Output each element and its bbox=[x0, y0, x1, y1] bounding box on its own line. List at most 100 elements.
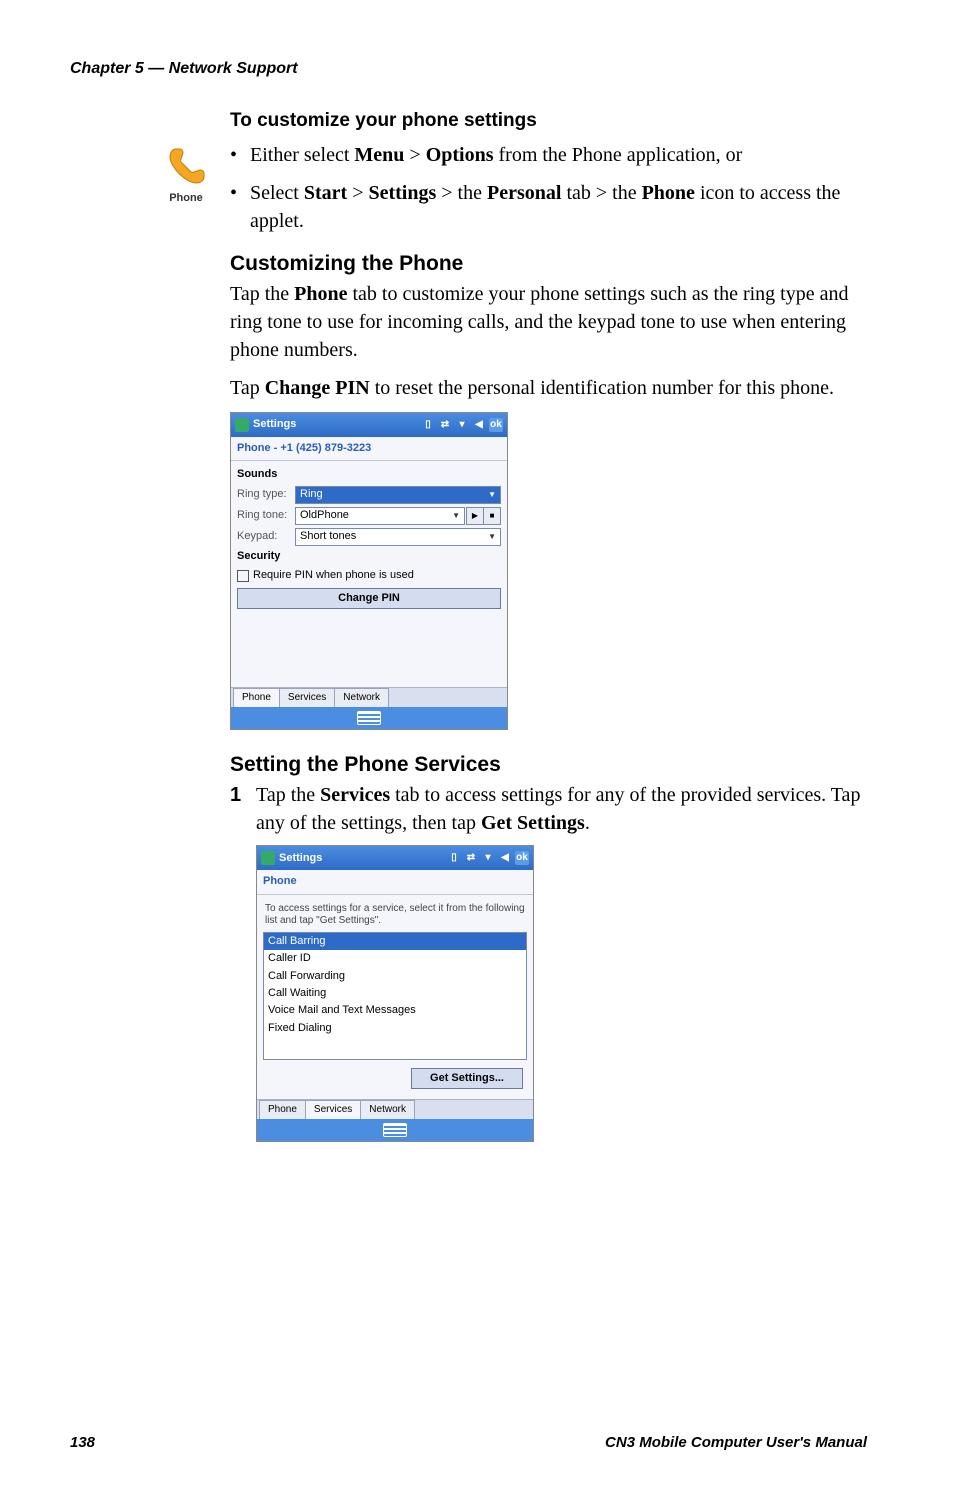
settings-label: Settings bbox=[368, 182, 436, 204]
start-flag-icon[interactable] bbox=[261, 851, 275, 865]
require-pin-label: Require PIN when phone is used bbox=[253, 568, 414, 583]
text: > bbox=[404, 144, 425, 166]
tab-services[interactable]: Services bbox=[279, 688, 335, 707]
settings-body: To access settings for a service, select… bbox=[257, 895, 533, 1099]
ok-button[interactable]: ok bbox=[515, 851, 529, 865]
list-item[interactable]: Call Waiting bbox=[264, 985, 526, 1002]
ringtype-dropdown[interactable]: Ring ▼ bbox=[295, 486, 501, 504]
phone-icon-label: Phone bbox=[160, 191, 212, 206]
window-title: Settings bbox=[253, 417, 296, 432]
antenna-icon: ▾ bbox=[455, 418, 469, 432]
keyboard-icon[interactable] bbox=[383, 1123, 407, 1137]
customizing-heading: Customizing the Phone bbox=[230, 249, 867, 278]
keypad-dropdown[interactable]: Short tones ▼ bbox=[295, 528, 501, 546]
page-footer: 138 CN3 Mobile Computer User's Manual bbox=[70, 1434, 867, 1451]
step-number: 1 bbox=[230, 781, 241, 809]
keyboard-icon[interactable] bbox=[357, 711, 381, 725]
text: to reset the personal identification num… bbox=[370, 377, 834, 399]
volume-icon: ◀ bbox=[498, 851, 512, 865]
text: tab > the bbox=[561, 182, 641, 204]
play-button[interactable]: ▶ bbox=[466, 507, 484, 525]
services-tab-label: Services bbox=[320, 784, 390, 806]
paragraph: Tap the Phone tab to customize your phon… bbox=[230, 280, 867, 364]
get-settings-button[interactable]: Get Settings... bbox=[411, 1068, 523, 1089]
step-1: 1 Tap the Services tab to access setting… bbox=[230, 781, 867, 837]
chevron-down-icon: ▼ bbox=[452, 510, 460, 521]
text: Select bbox=[250, 182, 304, 204]
list-item[interactable]: Call Barring bbox=[264, 933, 526, 950]
require-pin-checkbox[interactable]: Require PIN when phone is used bbox=[237, 568, 501, 583]
security-group-label: Security bbox=[237, 549, 501, 564]
menu-label: Menu bbox=[354, 144, 404, 166]
tab-services[interactable]: Services bbox=[305, 1100, 361, 1119]
phone-label: Phone bbox=[642, 182, 695, 204]
window-title: Settings bbox=[279, 851, 322, 866]
text: Either select bbox=[250, 144, 354, 166]
text: Tap the bbox=[230, 283, 294, 305]
phone-settings-screenshot: Settings ▯ ⇄ ▾ ◀ ok Phone - +1 (425) 879… bbox=[230, 412, 508, 730]
change-pin-button[interactable]: Change PIN bbox=[237, 588, 501, 609]
services-listbox[interactable]: Call Barring Caller ID Call Forwarding C… bbox=[263, 932, 527, 1060]
text: > the bbox=[436, 182, 487, 204]
keypad-value: Short tones bbox=[300, 529, 356, 544]
signal-icon: ▯ bbox=[447, 851, 461, 865]
ringtype-value: Ring bbox=[300, 487, 323, 502]
ringtone-label: Ring tone: bbox=[237, 508, 295, 523]
text: > bbox=[347, 182, 368, 204]
services-heading: Setting the Phone Services bbox=[230, 750, 867, 779]
list-item[interactable]: Voice Mail and Text Messages bbox=[264, 1002, 526, 1019]
phone-icon-container: Phone bbox=[160, 145, 212, 206]
ok-button[interactable]: ok bbox=[489, 418, 503, 432]
ringtone-value: OldPhone bbox=[300, 508, 349, 523]
chapter-header: Chapter 5 — Network Support bbox=[70, 60, 867, 78]
connection-icon: ⇄ bbox=[464, 851, 478, 865]
list-item[interactable]: Caller ID bbox=[264, 950, 526, 967]
phone-subtitle: Phone bbox=[257, 870, 533, 894]
phone-icon bbox=[164, 145, 208, 189]
chevron-down-icon: ▼ bbox=[488, 489, 496, 500]
list-item[interactable]: Fixed Dialing bbox=[264, 1020, 526, 1037]
ringtype-label: Ring type: bbox=[237, 487, 295, 502]
ringtone-dropdown[interactable]: OldPhone ▼ bbox=[295, 507, 465, 525]
tab-network[interactable]: Network bbox=[334, 688, 389, 707]
tabs: Phone Services Network bbox=[257, 1099, 533, 1119]
change-pin-label: Change PIN bbox=[265, 377, 370, 399]
sounds-group-label: Sounds bbox=[237, 467, 501, 482]
tab-phone[interactable]: Phone bbox=[259, 1100, 306, 1119]
checkbox-icon bbox=[237, 570, 249, 582]
page-number: 138 bbox=[70, 1434, 95, 1451]
chevron-down-icon: ▼ bbox=[488, 531, 496, 542]
list-item[interactable]: Call Forwarding bbox=[264, 968, 526, 985]
volume-icon: ◀ bbox=[472, 418, 486, 432]
bullet-item: Either select Menu > Options from the Ph… bbox=[230, 141, 867, 169]
sip-bar bbox=[231, 707, 507, 729]
keypad-label: Keypad: bbox=[237, 529, 295, 544]
titlebar: Settings ▯ ⇄ ▾ ◀ ok bbox=[231, 413, 507, 437]
services-settings-screenshot: Settings ▯ ⇄ ▾ ◀ ok Phone To access sett… bbox=[256, 845, 534, 1142]
help-text: To access settings for a service, select… bbox=[265, 903, 525, 928]
text: Tap bbox=[230, 377, 265, 399]
tabs: Phone Services Network bbox=[231, 687, 507, 707]
connection-icon: ⇄ bbox=[438, 418, 452, 432]
manual-title: CN3 Mobile Computer User's Manual bbox=[605, 1434, 867, 1451]
text: Tap the bbox=[256, 784, 320, 806]
main-content: To customize your phone settings Phone E… bbox=[230, 108, 867, 1142]
section-title: To customize your phone settings bbox=[230, 108, 867, 135]
start-label: Start bbox=[304, 182, 347, 204]
titlebar: Settings ▯ ⇄ ▾ ◀ ok bbox=[257, 846, 533, 870]
options-label: Options bbox=[426, 144, 494, 166]
text: from the Phone application, or bbox=[494, 144, 743, 166]
text: . bbox=[585, 812, 590, 834]
paragraph: Tap Change PIN to reset the personal ide… bbox=[230, 374, 867, 402]
stop-button[interactable]: ■ bbox=[483, 507, 501, 525]
tab-network[interactable]: Network bbox=[360, 1100, 415, 1119]
settings-body: Sounds Ring type: Ring ▼ Ring tone: OldPh… bbox=[231, 461, 507, 687]
signal-icon: ▯ bbox=[421, 418, 435, 432]
tab-phone[interactable]: Phone bbox=[233, 688, 280, 707]
antenna-icon: ▾ bbox=[481, 851, 495, 865]
start-flag-icon[interactable] bbox=[235, 418, 249, 432]
sip-bar bbox=[257, 1119, 533, 1141]
bullet-item: Select Start > Settings > the Personal t… bbox=[230, 179, 867, 235]
get-settings-label: Get Settings bbox=[481, 812, 585, 834]
phone-tab-label: Phone bbox=[294, 283, 347, 305]
